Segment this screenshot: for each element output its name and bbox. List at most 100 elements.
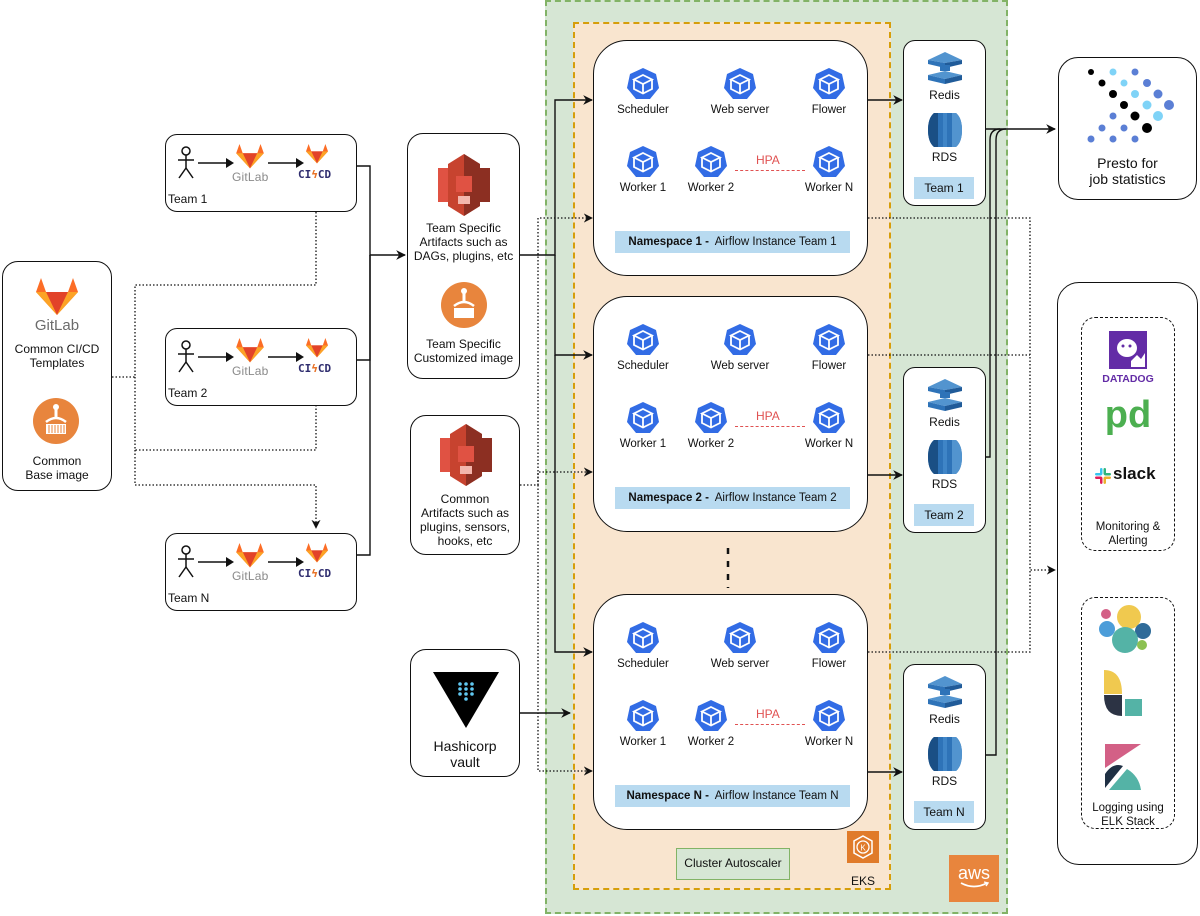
datadog-wordmark: DATADOG <box>1102 373 1154 385</box>
kubernetes-pod-icon <box>695 700 727 731</box>
common-artifacts-label: Common Artifacts such as plugins, sensor… <box>419 492 511 548</box>
k8s-pod-worker-2: Worker 2 <box>681 699 741 748</box>
rds-label: RDS <box>931 477 958 491</box>
cicd-cd-text: CD <box>317 567 332 580</box>
common-templates-box: GitLab Common CI/CD Templates Common Bas… <box>2 261 112 491</box>
container-image-icon <box>33 398 79 444</box>
k8s-pod-worker-2: Worker 2 <box>681 401 741 450</box>
k8s-pod-scheduler: Scheduler <box>613 621 673 670</box>
pagerduty-logo-icon: pd <box>1104 394 1152 436</box>
wire-team2-artifacts <box>357 255 371 361</box>
presto-logo-icon <box>1087 68 1174 143</box>
namespace-title-bar: Namespace N - Airflow Instance Team N <box>615 785 850 807</box>
cicd-ci-text: CI <box>298 168 312 181</box>
svg-text:K: K <box>860 844 866 853</box>
gitlab-wordmark: GitLab <box>34 317 80 334</box>
team-artifacts-label: Team Specific Artifacts such as DAGs, pl… <box>413 221 514 263</box>
monitoring-label: Monitoring & Alerting <box>1095 521 1161 547</box>
common-artifacts-box: Common Artifacts such as plugins, sensor… <box>410 415 520 555</box>
s3-common-icon <box>440 424 492 486</box>
kubernetes-pod-icon <box>813 324 845 355</box>
namespace-id: Namespace 1 - <box>628 236 709 248</box>
gitlab-wordmark: GitLab <box>232 170 269 184</box>
cicd-wordmark: CIϟCD <box>298 168 332 181</box>
k8s-pod-worker-1: Worker 1 <box>613 145 673 194</box>
vault-box: Hashicorp vault <box>410 649 520 777</box>
user-stick-figure-icon <box>178 146 194 179</box>
common-templates-label: Common CI/CD Templates <box>14 342 100 370</box>
cluster-autoscaler: Cluster Autoscaler <box>676 848 790 880</box>
kubernetes-pod-icon <box>627 324 659 355</box>
pod-label: Worker N <box>804 182 854 194</box>
k8s-pod-worker-n: Worker N <box>799 145 859 194</box>
kubernetes-pod-icon <box>724 324 756 355</box>
k8s-pod-worker-n: Worker N <box>799 401 859 450</box>
namespace-subtitle: Airflow Instance Team 2 <box>714 492 837 504</box>
team-name-label: Team 1 <box>168 192 208 206</box>
arrow-user-to-gitlab-icon <box>198 158 234 168</box>
cicd-wordmark: CIϟCD <box>298 362 332 375</box>
rds-database-icon <box>928 113 962 147</box>
datadog-logo-icon <box>1109 331 1147 369</box>
k8s-pod-web-server: Web server <box>710 67 770 116</box>
rds-label: RDS <box>931 774 958 788</box>
kubernetes-pod-icon <box>813 700 845 731</box>
slack-logo: slack <box>1093 464 1165 488</box>
redis-elasticache-icon <box>928 379 962 411</box>
kubernetes-pod-icon <box>813 622 845 653</box>
kubernetes-pod-icon <box>695 146 727 177</box>
arrow-gitlab-to-cicd-icon <box>268 352 304 362</box>
team-tag: Team 1 <box>914 177 974 199</box>
k8s-pod-web-server: Web server <box>710 621 770 670</box>
namespace-subtitle: Airflow Instance Team 1 <box>714 236 837 248</box>
arrow-user-to-gitlab-icon <box>198 557 234 567</box>
wire-teamN-artifacts <box>357 255 371 556</box>
hpa-label: HPA <box>756 707 780 721</box>
gitlab-wordmark: GitLab <box>232 364 269 378</box>
hpa-scaling-line <box>735 724 805 725</box>
logstash-logo-icon <box>1104 670 1142 716</box>
team-name-label: Team 2 <box>168 386 208 400</box>
k8s-pod-flower: Flower <box>799 323 859 372</box>
gitlab-cicd-logo-icon <box>306 543 328 568</box>
kubernetes-pod-icon <box>627 700 659 731</box>
k8s-pod-scheduler: Scheduler <box>613 67 673 116</box>
namespace-title-bar: Namespace 1 - Airflow Instance Team 1 <box>615 231 850 253</box>
eks-icon: K <box>847 831 879 863</box>
redis-elasticache-icon <box>928 676 962 708</box>
team-image-label: Team Specific Customized image <box>413 337 514 365</box>
vault-label: Hashicorp vault <box>433 738 497 770</box>
kubernetes-pod-icon <box>695 402 727 433</box>
wire-common-teamN <box>134 450 321 529</box>
gitlab-cicd-logo-icon <box>306 144 328 169</box>
kubernetes-pod-icon <box>813 402 845 433</box>
team-artifacts-box: Team Specific Artifacts such as DAGs, pl… <box>407 133 520 379</box>
pod-label: Scheduler <box>617 104 669 116</box>
kubernetes-pod-icon <box>627 402 659 433</box>
k8s-pod-worker-n: Worker N <box>799 699 859 748</box>
namespace-title-bar: Namespace 2 - Airflow Instance Team 2 <box>615 487 850 509</box>
aws-logo-icon: aws <box>949 855 999 902</box>
k8s-pod-worker-1: Worker 1 <box>613 699 673 748</box>
kubernetes-pod-icon <box>724 622 756 653</box>
cicd-cd-text: CD <box>317 362 332 375</box>
gitlab-cicd-logo-icon <box>306 338 328 363</box>
pod-label: Scheduler <box>617 360 669 372</box>
hpa-label: HPA <box>756 153 780 167</box>
kubernetes-pod-icon <box>724 68 756 99</box>
k8s-pod-worker-1: Worker 1 <box>613 401 673 450</box>
user-stick-figure-icon <box>178 545 194 578</box>
k8s-pod-worker-2: Worker 2 <box>681 145 741 194</box>
pod-label: Worker 1 <box>619 438 667 450</box>
arrow-gitlab-to-cicd-icon <box>268 158 304 168</box>
gitlab-wordmark: GitLab <box>232 569 269 583</box>
k8s-pod-web-server: Web server <box>710 323 770 372</box>
wire-team1-artifacts <box>357 165 406 260</box>
k8s-pod-flower: Flower <box>799 67 859 116</box>
cicd-ci-text: CI <box>298 567 312 580</box>
team-image-icon <box>441 282 487 328</box>
pod-label: Web server <box>710 104 770 116</box>
redis-label: Redis <box>929 712 960 726</box>
namespace-subtitle: Airflow Instance Team N <box>714 790 839 802</box>
kubernetes-pod-icon <box>813 146 845 177</box>
